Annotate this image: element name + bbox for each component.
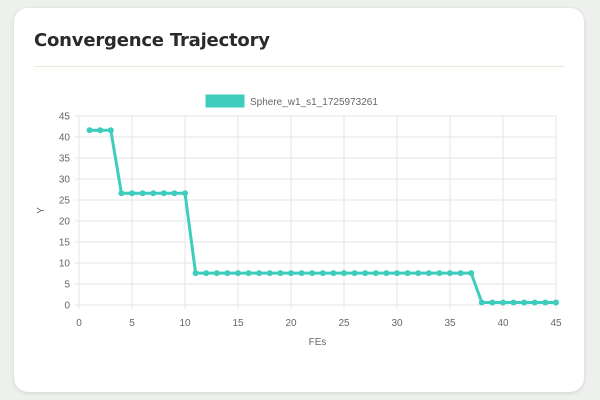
- data-point: [171, 190, 178, 197]
- data-point: [224, 270, 231, 277]
- y-tick-label: 25: [59, 196, 71, 207]
- data-point: [298, 270, 305, 277]
- data-point: [457, 270, 464, 277]
- data-point: [341, 270, 347, 277]
- data-point: [97, 127, 104, 134]
- data-point: [86, 127, 93, 134]
- series-group: [86, 127, 559, 306]
- y-tick-label: 45: [59, 112, 71, 123]
- data-point: [288, 270, 294, 277]
- x-tick-label: 15: [232, 318, 244, 329]
- data-point: [468, 270, 475, 277]
- data-point: [510, 299, 517, 306]
- data-point: [213, 270, 220, 277]
- data-point: [489, 299, 496, 306]
- data-point: [139, 190, 146, 197]
- x-tick-labels: 0 5 10 15 20 25 30 35 40 45: [76, 318, 562, 329]
- x-axis-label: FEs: [309, 337, 327, 348]
- y-axis-label: Y: [36, 207, 47, 214]
- data-point: [531, 299, 538, 306]
- data-point: [107, 127, 114, 134]
- line-chart: 051015202530354045 0 5 10 15 20 25 30 35 40 45 Y …: [36, 94, 562, 348]
- x-tick-label: 25: [338, 318, 350, 329]
- data-point: [277, 270, 284, 277]
- legend-swatch[interactable]: [205, 94, 245, 108]
- data-point: [425, 270, 432, 277]
- data-point: [415, 270, 422, 277]
- y-tick-label: 5: [64, 280, 70, 291]
- data-point: [129, 190, 135, 197]
- data-point: [362, 270, 369, 277]
- x-tick-label: 10: [179, 318, 191, 329]
- data-point: [203, 270, 210, 277]
- data-point: [500, 299, 506, 306]
- x-tick-label: 5: [129, 318, 135, 329]
- y-tick-label: 0: [64, 301, 70, 312]
- data-point: [256, 270, 263, 277]
- series-line: [89, 128, 556, 304]
- data-point: [309, 270, 316, 277]
- data-point: [192, 270, 199, 277]
- data-point: [436, 270, 443, 277]
- x-tick-label: 20: [285, 318, 297, 329]
- grid-lines: [75, 115, 557, 309]
- data-point: [553, 299, 559, 306]
- y-tick-labels: 0 5 10 15 20 25 30 35 40 45: [59, 112, 71, 312]
- y-tick-label: 15: [59, 238, 71, 249]
- data-point: [404, 270, 411, 277]
- x-tick-label: 0: [76, 318, 82, 329]
- x-tick-label: 30: [391, 318, 403, 329]
- x-tick-label: 40: [497, 318, 509, 329]
- y-tick-label: 20: [59, 217, 71, 228]
- y-tick-label: 30: [59, 175, 71, 186]
- y-tick-label: 10: [59, 259, 71, 270]
- data-point: [521, 299, 528, 306]
- data-point: [245, 270, 252, 277]
- data-point: [150, 190, 157, 197]
- y-tick-label: 35: [59, 154, 71, 165]
- data-point: [235, 270, 241, 277]
- data-point: [394, 270, 400, 277]
- data-point: [182, 190, 188, 197]
- data-point: [160, 190, 167, 197]
- data-point: [447, 270, 453, 277]
- data-point: [266, 270, 273, 277]
- legend-label[interactable]: Sphere_w1_s1_1725973261: [250, 97, 378, 108]
- y-tick-label: 40: [59, 133, 71, 144]
- legend[interactable]: Sphere_w1_s1_1725973261: [205, 94, 378, 108]
- data-point: [383, 270, 390, 277]
- data-point: [478, 299, 485, 306]
- data-point: [330, 270, 337, 277]
- data-point: [542, 299, 549, 306]
- x-tick-label: 45: [550, 318, 562, 329]
- data-point: [372, 270, 379, 277]
- data-point: [351, 270, 358, 277]
- data-point: [118, 190, 125, 197]
- data-point: [319, 270, 326, 277]
- x-tick-label: 35: [444, 318, 456, 329]
